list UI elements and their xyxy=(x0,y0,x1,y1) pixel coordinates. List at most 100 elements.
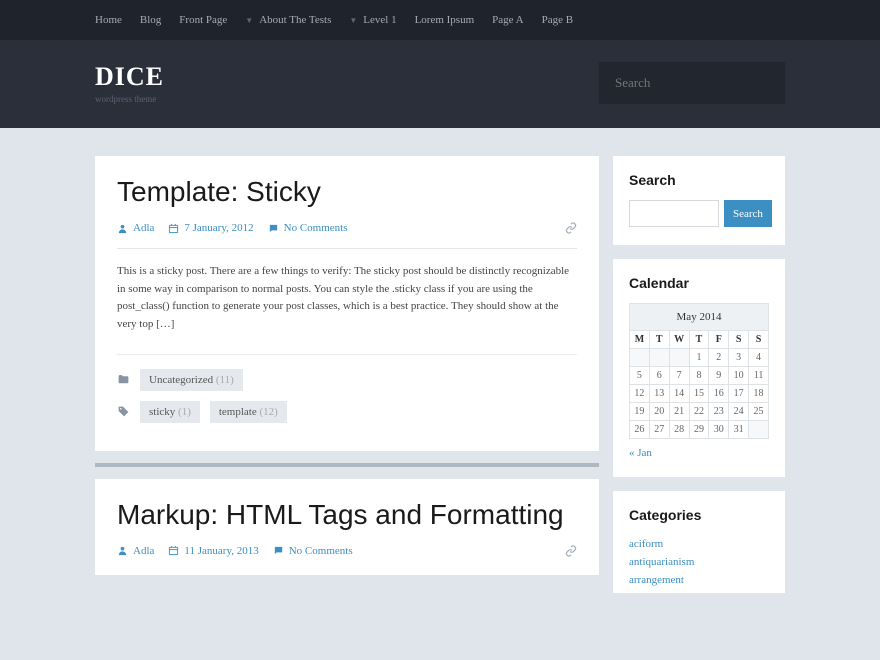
nav-level1[interactable]: ▼ Level 1 xyxy=(349,14,396,26)
calendar-day[interactable]: 2 xyxy=(709,349,729,367)
calendar-day[interactable]: 8 xyxy=(689,367,709,385)
calendar-day[interactable]: 15 xyxy=(689,385,709,403)
permalink-icon[interactable] xyxy=(565,545,577,557)
author-meta[interactable]: Adla xyxy=(117,545,154,557)
category-item: arrangement xyxy=(629,571,769,589)
search-button[interactable]: Search xyxy=(724,200,772,227)
calendar-day[interactable]: 24 xyxy=(729,403,749,421)
calendar-day[interactable]: 19 xyxy=(630,403,650,421)
post: Template: Sticky Adla 7 January, 2012 No… xyxy=(95,156,599,451)
calendar-day[interactable]: 6 xyxy=(649,367,669,385)
calendar-day[interactable]: 4 xyxy=(749,349,769,367)
post-title[interactable]: Markup: HTML Tags and Formatting xyxy=(117,499,577,531)
post-title[interactable]: Template: Sticky xyxy=(117,176,577,208)
calendar-day[interactable]: 21 xyxy=(669,403,689,421)
sticky-separator xyxy=(95,463,599,467)
calendar-day[interactable]: 16 xyxy=(709,385,729,403)
calendar-day[interactable]: 3 xyxy=(729,349,749,367)
category-link[interactable]: antiquarianism xyxy=(629,556,694,568)
nav-about[interactable]: ▼ About The Tests xyxy=(245,14,331,26)
calendar-day[interactable]: 23 xyxy=(709,403,729,421)
nav-front-page[interactable]: Front Page xyxy=(179,14,227,26)
nav-page-a[interactable]: Page A xyxy=(492,14,523,26)
header-search-input[interactable] xyxy=(599,62,785,104)
post-excerpt: This is a sticky post. There are a few t… xyxy=(117,263,577,333)
calendar-day[interactable]: 22 xyxy=(689,403,709,421)
calendar-day-header: W xyxy=(669,331,689,349)
calendar-table: MTWTFSS 12345678910111213141516171819202… xyxy=(629,330,769,439)
calendar-week: 262728293031 xyxy=(630,421,769,439)
main-container: Template: Sticky Adla 7 January, 2012 No… xyxy=(0,128,880,607)
calendar-day[interactable]: 12 xyxy=(630,385,650,403)
nav-label: Level 1 xyxy=(363,14,396,26)
user-icon xyxy=(117,545,128,556)
calendar-day[interactable]: 20 xyxy=(649,403,669,421)
site-tagline: wordpress theme xyxy=(95,94,164,104)
category-item: aciform xyxy=(629,535,769,553)
tag-icon xyxy=(117,405,130,418)
calendar-day[interactable]: 27 xyxy=(649,421,669,439)
comments-text: No Comments xyxy=(284,222,348,234)
calendar-icon xyxy=(168,223,179,234)
tag-count: (12) xyxy=(259,406,277,418)
calendar-day[interactable]: 28 xyxy=(669,421,689,439)
permalink-icon[interactable] xyxy=(565,222,577,234)
comment-icon xyxy=(273,545,284,556)
tag-count: (1) xyxy=(178,406,191,418)
calendar-day[interactable]: 9 xyxy=(709,367,729,385)
main-column: Template: Sticky Adla 7 January, 2012 No… xyxy=(95,156,599,607)
calendar-day[interactable]: 30 xyxy=(709,421,729,439)
widget-title: Search xyxy=(629,172,769,188)
post: Markup: HTML Tags and Formatting Adla 11… xyxy=(95,479,599,575)
calendar-day[interactable]: 17 xyxy=(729,385,749,403)
nav-lorem[interactable]: Lorem Ipsum xyxy=(415,14,475,26)
category-link[interactable]: arrangement xyxy=(629,574,684,586)
calendar-day[interactable]: 14 xyxy=(669,385,689,403)
post-date: 7 January, 2012 xyxy=(184,222,253,234)
category-link[interactable]: aciform xyxy=(629,538,663,550)
author-meta[interactable]: Adla xyxy=(117,222,154,234)
calendar-day[interactable]: 31 xyxy=(729,421,749,439)
user-icon xyxy=(117,223,128,234)
chevron-down-icon: ▼ xyxy=(349,16,357,25)
calendar-day[interactable]: 7 xyxy=(669,367,689,385)
nav-page-b[interactable]: Page B xyxy=(542,14,573,26)
calendar-prev[interactable]: « Jan xyxy=(629,447,652,459)
widget-title: Calendar xyxy=(629,275,769,291)
calendar-day[interactable]: 5 xyxy=(630,367,650,385)
calendar-day-header: T xyxy=(689,331,709,349)
category-count: (11) xyxy=(216,374,234,386)
calendar-day-header: S xyxy=(729,331,749,349)
calendar-nav: « Jan xyxy=(629,447,769,459)
sidebar-search-input[interactable] xyxy=(629,200,719,227)
widget-title: Categories xyxy=(629,507,769,523)
date-meta[interactable]: 7 January, 2012 xyxy=(168,222,253,234)
tag-item[interactable]: sticky (1) xyxy=(140,401,200,423)
calendar-day xyxy=(749,421,769,439)
comments-meta[interactable]: No Comments xyxy=(268,222,348,234)
post-meta: Adla 11 January, 2013 No Comments xyxy=(117,545,577,557)
calendar-week: 12131415161718 xyxy=(630,385,769,403)
calendar-day[interactable]: 26 xyxy=(630,421,650,439)
nav-blog[interactable]: Blog xyxy=(140,14,161,26)
calendar-day[interactable]: 13 xyxy=(649,385,669,403)
tag-name: sticky xyxy=(149,406,175,418)
nav-label: About The Tests xyxy=(259,14,331,26)
calendar-day[interactable]: 29 xyxy=(689,421,709,439)
calendar-day[interactable]: 11 xyxy=(749,367,769,385)
comments-meta[interactable]: No Comments xyxy=(273,545,353,557)
date-meta[interactable]: 11 January, 2013 xyxy=(168,545,258,557)
nav-home[interactable]: Home xyxy=(95,14,122,26)
calendar-day xyxy=(630,349,650,367)
calendar-day xyxy=(649,349,669,367)
category-tag[interactable]: Uncategorized (11) xyxy=(140,369,243,391)
tag-item[interactable]: template (12) xyxy=(210,401,287,423)
calendar-day[interactable]: 10 xyxy=(729,367,749,385)
calendar-week: 1234 xyxy=(630,349,769,367)
site-header: DICE wordpress theme xyxy=(0,40,880,128)
site-logo[interactable]: DICE xyxy=(95,62,164,92)
calendar-week: 567891011 xyxy=(630,367,769,385)
calendar-day[interactable]: 1 xyxy=(689,349,709,367)
calendar-day[interactable]: 25 xyxy=(749,403,769,421)
calendar-day[interactable]: 18 xyxy=(749,385,769,403)
